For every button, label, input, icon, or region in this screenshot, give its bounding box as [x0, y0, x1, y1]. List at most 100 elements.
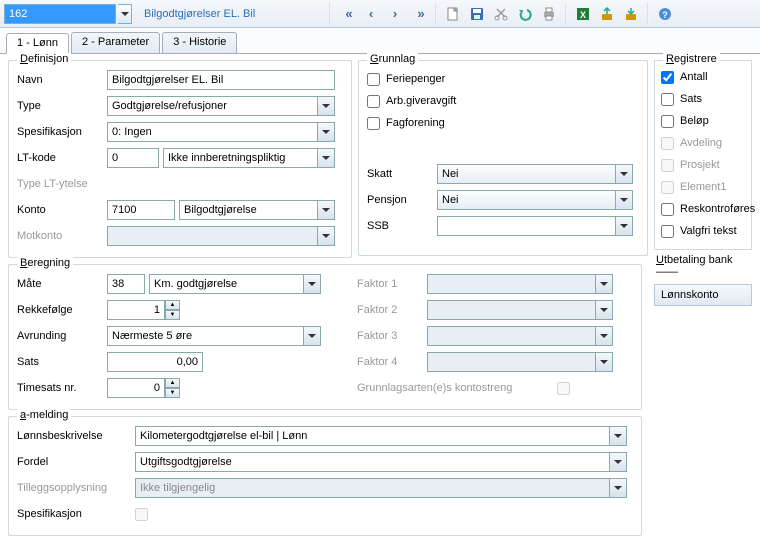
new-button[interactable] [442, 3, 464, 25]
fordel-select[interactable]: Utgiftsgodtgjørelse [135, 452, 627, 472]
konto-text-select[interactable]: Bilgodtgjørelse [179, 200, 335, 220]
faktor3-select [427, 326, 613, 346]
avdeling-label: Avdeling [680, 137, 722, 149]
fagforening-checkbox[interactable] [367, 117, 380, 130]
lonnsbeskrivelse-label: Lønnsbeskrivelse [17, 430, 135, 442]
dropdown-button [317, 227, 334, 245]
dropdown-button[interactable] [303, 275, 320, 293]
rekkefolge-input[interactable] [107, 300, 165, 320]
pensjon-value: Nei [442, 194, 459, 206]
type-select[interactable]: Godtgjørelse/refusjoner [107, 96, 335, 116]
dropdown-button[interactable] [317, 149, 334, 167]
dropdown-button[interactable] [609, 427, 626, 445]
valgfri-checkbox[interactable] [661, 225, 674, 238]
dropdown-button[interactable] [615, 217, 632, 235]
type-value: Godtgjørelse/refusjoner [112, 100, 227, 112]
print-button[interactable] [538, 3, 560, 25]
timesats-spinner[interactable]: ▲▼ [107, 378, 180, 398]
arbgiveravgift-label: Arb.giveravgift [386, 95, 456, 107]
group-title: a-melding [17, 409, 71, 421]
spesifikasjon-select[interactable]: 0: Ingen [107, 122, 335, 142]
record-title: Bilgodtgjørelser EL. Bil [134, 8, 324, 20]
dropdown-button[interactable] [303, 327, 320, 345]
ssb-select[interactable] [437, 216, 633, 236]
antall-checkbox[interactable] [661, 71, 674, 84]
amelding-spesifikasjon-label: Spesifikasjon [17, 508, 135, 520]
next-button[interactable]: › [384, 3, 406, 25]
registrere-group: Registrere Antall Sats Beløp Avdeling Pr… [654, 60, 752, 250]
feriepenger-checkbox[interactable] [367, 73, 380, 86]
dropdown-button [595, 353, 612, 371]
arbgiveravgift-checkbox[interactable] [367, 95, 380, 108]
konto-label: Konto [17, 204, 107, 216]
pensjon-select[interactable]: Nei [437, 190, 633, 210]
last-button[interactable]: » [408, 3, 430, 25]
spin-up[interactable]: ▲ [165, 378, 180, 388]
save-button[interactable] [466, 3, 488, 25]
record-id-dropdown[interactable] [118, 4, 132, 24]
sats-input[interactable] [107, 352, 203, 372]
mate-input[interactable] [107, 274, 145, 294]
avrunding-select[interactable]: Nærmeste 5 øre [107, 326, 321, 346]
cut-button[interactable] [490, 3, 512, 25]
dropdown-button[interactable] [317, 97, 334, 115]
ltkode-text: Ikke innberetningspliktig [168, 152, 285, 164]
prev-button[interactable]: ‹ [360, 3, 382, 25]
grunnlag-kontostreng-label: Grunnlagsarten(e)s kontostreng [357, 382, 557, 394]
help-icon: ? [657, 6, 673, 22]
spin-up[interactable]: ▲ [165, 300, 180, 310]
reskontro-checkbox[interactable] [661, 203, 674, 216]
help-button[interactable]: ? [654, 3, 676, 25]
sats-label: Sats [680, 93, 702, 105]
group-title: Beregning [17, 257, 73, 269]
mate-text: Km. godtgjørelse [154, 278, 237, 290]
dropdown-button[interactable] [615, 165, 632, 183]
ssb-label: SSB [367, 220, 437, 232]
import-button[interactable] [620, 3, 642, 25]
dropdown-button[interactable] [317, 123, 334, 141]
amelding-group: a-melding Lønnsbeskrivelse Kilometergodt… [8, 416, 642, 536]
excel-button[interactable]: X [572, 3, 594, 25]
export-icon [599, 6, 615, 22]
skatt-select[interactable]: Nei [437, 164, 633, 184]
faktor3-label: Faktor 3 [357, 330, 427, 342]
undo-button[interactable] [514, 3, 536, 25]
rekkefolge-spinner[interactable]: ▲▼ [107, 300, 180, 320]
lonnskonto-select[interactable]: Lønnskonto [654, 284, 752, 306]
navn-input[interactable] [107, 70, 335, 90]
motkonto-label: Motkonto [17, 230, 107, 242]
first-button[interactable]: « [336, 3, 358, 25]
tab-lonn[interactable]: 1 - Lønn [6, 33, 69, 54]
dropdown-button[interactable] [317, 201, 334, 219]
spin-down[interactable]: ▼ [165, 310, 180, 320]
tab-historie[interactable]: 3 - Historie [162, 32, 237, 53]
element1-label: Element1 [680, 181, 726, 193]
save-icon [469, 6, 485, 22]
lonnsbeskrivelse-select[interactable]: Kilometergodtgjørelse el-bil | Lønn [135, 426, 627, 446]
spin-down[interactable]: ▼ [165, 388, 180, 398]
mate-text-select[interactable]: Km. godtgjørelse [149, 274, 321, 294]
separator [647, 3, 649, 25]
prosjekt-checkbox [661, 159, 674, 172]
konto-input[interactable] [107, 200, 175, 220]
reskontro-label: Reskontroføres [680, 203, 755, 215]
export-button[interactable] [596, 3, 618, 25]
avrunding-label: Avrunding [17, 330, 107, 342]
dropdown-button[interactable] [615, 191, 632, 209]
skatt-value: Nei [442, 168, 459, 180]
prosjekt-label: Prosjekt [680, 159, 720, 171]
ltkode-input[interactable] [107, 148, 159, 168]
toolbar: Bilgodtgjørelser EL. Bil « ‹ › » X ? [0, 0, 760, 28]
mate-label: Måte [17, 278, 107, 290]
ltkode-text-select[interactable]: Ikke innberetningspliktig [163, 148, 335, 168]
sats-checkbox[interactable] [661, 93, 674, 106]
record-id-input[interactable] [4, 4, 116, 24]
dropdown-button[interactable] [609, 453, 626, 471]
belop-checkbox[interactable] [661, 115, 674, 128]
timesats-label: Timesats nr. [17, 382, 107, 394]
excel-icon: X [575, 6, 591, 22]
tab-bar: 1 - Lønn 2 - Parameter 3 - Historie [0, 28, 760, 54]
faktor2-select [427, 300, 613, 320]
timesats-input[interactable] [107, 378, 165, 398]
tab-parameter[interactable]: 2 - Parameter [71, 32, 160, 53]
